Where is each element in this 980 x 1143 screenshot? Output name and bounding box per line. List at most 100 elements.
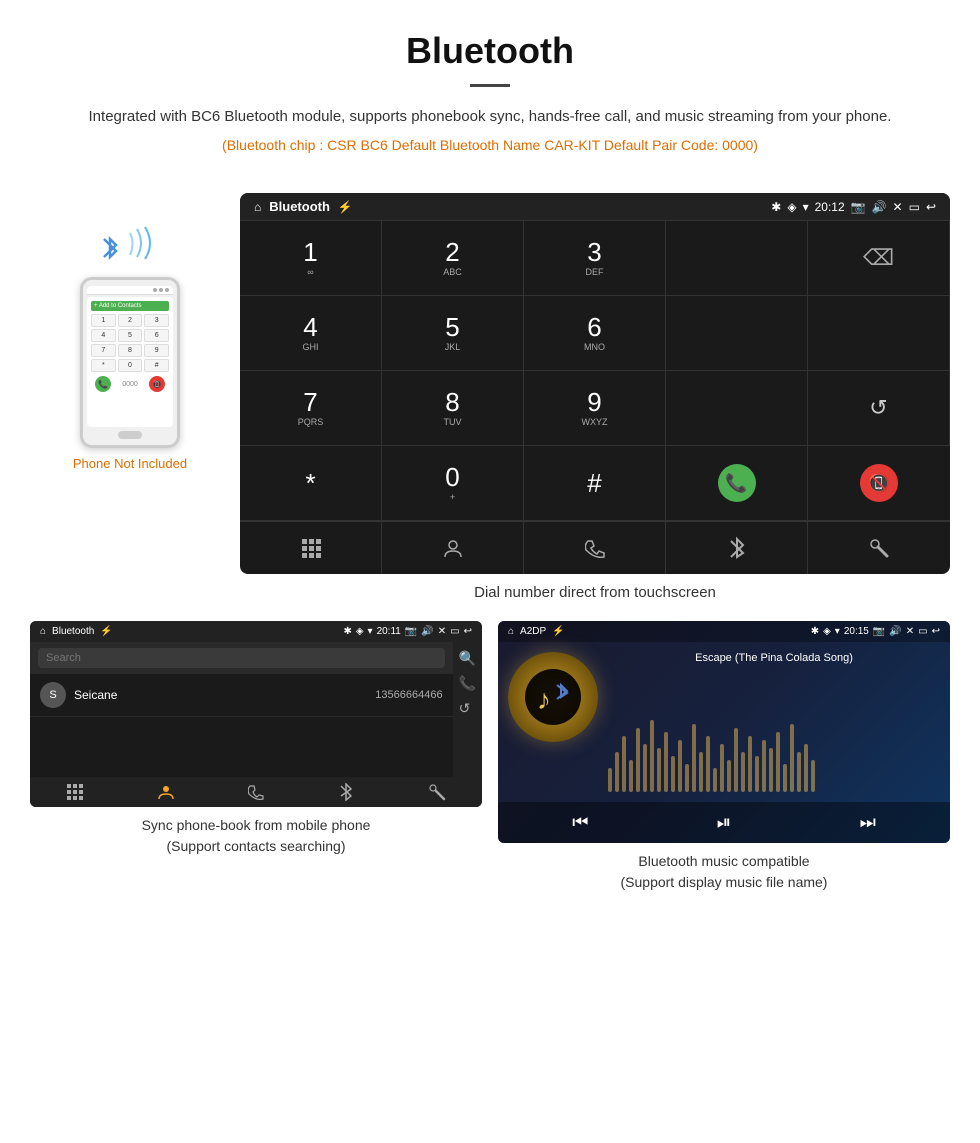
pb-search-input[interactable] (38, 648, 445, 668)
phone-screen-header: + Add to Contacts (91, 301, 169, 311)
time-display: 20:12 (815, 200, 845, 214)
dial-letters-6: MNO (584, 342, 605, 352)
dial-key-6[interactable]: 6 MNO (524, 296, 666, 371)
pb-bottom-wrench[interactable] (392, 783, 482, 801)
pb-grid-icon (67, 784, 83, 800)
status-right: ✱ ◈ ▾ 20:12 📷 🔊 ✕ ▭ ↩ (771, 200, 936, 214)
dial-key-7[interactable]: 7 PQRS (240, 371, 382, 446)
ms-status-right: ✱ ◈ ▾ 20:15 📷 🔊 ✕ ▭ ↩ (811, 626, 940, 637)
dial-key-4[interactable]: 4 GHI (240, 296, 382, 371)
phone-screen: + Add to Contacts 1 2 3 4 5 6 7 8 9 * 0 … (87, 297, 173, 427)
wrench-icon (868, 537, 890, 559)
pb-refresh-side-icon[interactable]: ↺ (459, 700, 476, 717)
dial-empty-1 (666, 221, 808, 296)
dial-empty-3 (808, 296, 950, 371)
call-button[interactable]: 📞 (718, 464, 756, 502)
ms-bar-22 (755, 756, 759, 792)
ms-bar-16 (713, 768, 717, 792)
phone-key-1: 1 (91, 314, 116, 327)
dial-bottom-settings[interactable] (808, 522, 950, 574)
end-call-button[interactable]: 📵 (860, 464, 898, 502)
ms-loc-icon: ◈ (823, 626, 831, 637)
dial-key-0[interactable]: 0 + (382, 446, 524, 521)
dial-call-green-cell[interactable]: 📞 (666, 446, 808, 521)
pb-call-side-icon[interactable]: 📞 (459, 675, 476, 692)
ms-time: 20:15 (844, 626, 869, 637)
ms-bar-18 (727, 760, 731, 792)
phone-dot-2 (159, 288, 163, 292)
dial-key-star[interactable]: * (240, 446, 382, 521)
pb-bottom-bluetooth-2[interactable] (301, 783, 391, 801)
ms-visualizer (608, 712, 940, 792)
phone-key-7: 7 (91, 344, 116, 357)
ms-bar-5 (636, 728, 640, 792)
bluetooth-symbol-icon (100, 233, 120, 263)
phone-key-4: 4 (91, 329, 116, 342)
dial-empty-4 (666, 371, 808, 446)
phone-key-6: 6 (144, 329, 169, 342)
dial-letters-9: WXYZ (582, 417, 608, 427)
dial-num-7: 7 (303, 389, 317, 415)
dial-screen: ⌂ Bluetooth ⚡ ✱ ◈ ▾ 20:12 📷 🔊 ✕ ▭ ↩ (240, 193, 950, 574)
dial-empty-2 (666, 296, 808, 371)
pb-close-icon: ✕ (438, 626, 446, 637)
dial-letters-5: JKL (445, 342, 461, 352)
dial-screen-area: ⌂ Bluetooth ⚡ ✱ ◈ ▾ 20:12 📷 🔊 ✕ ▭ ↩ (230, 193, 950, 621)
dial-key-2[interactable]: 2 ABC (382, 221, 524, 296)
call-icon: 📞 (725, 473, 747, 494)
ms-prev-icon[interactable]: ⏮ (572, 812, 588, 833)
pb-contact-number: 13566664466 (375, 689, 442, 701)
dial-refresh-cell[interactable]: ↺ (808, 371, 950, 446)
pb-body: S Seicane 13566664466 🔍 📞 ↺ (30, 642, 482, 777)
ms-status-left: ⌂ A2DP ⚡ (508, 626, 565, 637)
ms-bar-30 (811, 760, 815, 792)
dial-call-red-cell[interactable]: 📵 (808, 446, 950, 521)
ms-bar-7 (650, 720, 654, 792)
dial-key-1[interactable]: 1 ∞ (240, 221, 382, 296)
dial-num-6: 6 (587, 314, 601, 340)
ms-bar-4 (629, 760, 633, 792)
ms-bar-25 (776, 732, 780, 792)
dial-backspace-cell[interactable]: ⌫ (808, 221, 950, 296)
grid-icon (301, 538, 321, 558)
music-screenshot: ⌂ A2DP ⚡ ✱ ◈ ▾ 20:15 📷 🔊 ✕ ▭ ↩ (498, 621, 950, 843)
pb-status-left: ⌂ Bluetooth ⚡ (40, 626, 113, 637)
status-left: ⌂ Bluetooth ⚡ (254, 199, 353, 214)
dial-key-3[interactable]: 3 DEF (524, 221, 666, 296)
dial-bottom-grid[interactable] (240, 522, 382, 574)
ms-bar-29 (804, 744, 808, 792)
dial-grid: 1 ∞ 2 ABC 3 DEF ⌫ 4 GHI (240, 220, 950, 521)
page-title: Bluetooth (60, 30, 920, 72)
pb-loc-icon: ◈ (356, 626, 364, 637)
dial-key-8[interactable]: 8 TUV (382, 371, 524, 446)
home-icon: ⌂ (254, 200, 261, 214)
bluetooth-bottom-icon (728, 536, 746, 560)
pb-bottom-phone-2[interactable] (211, 783, 301, 801)
phonebook-caption-line2: (Support contacts searching) (167, 838, 346, 854)
ms-play-pause-icon[interactable]: ⏯ (717, 812, 731, 833)
pb-empty-space (30, 717, 453, 777)
dial-key-9[interactable]: 9 WXYZ (524, 371, 666, 446)
pb-bottom-grid[interactable] (30, 783, 120, 801)
pb-cam-icon: 📷 (405, 626, 417, 637)
pb-search-icon[interactable]: 🔍 (459, 650, 476, 667)
dial-letters-7: PQRS (298, 417, 324, 427)
dial-bottom-bluetooth[interactable] (666, 522, 808, 574)
dial-num-9: 9 (587, 389, 601, 415)
dial-key-hash[interactable]: # (524, 446, 666, 521)
dial-num-hash: # (587, 470, 601, 496)
ms-bar-20 (741, 752, 745, 792)
dial-bottom-contacts[interactable] (382, 522, 524, 574)
ms-home-icon: ⌂ (508, 626, 514, 637)
phone-dot-1 (153, 288, 157, 292)
pb-bottom-contacts-active[interactable] (120, 783, 210, 801)
phone-key-5: 5 (118, 329, 143, 342)
ms-next-icon[interactable]: ⏭ (860, 812, 876, 833)
dial-key-5[interactable]: 5 JKL (382, 296, 524, 371)
dial-bottom-phone[interactable] (524, 522, 666, 574)
close-icon: ✕ (893, 200, 903, 214)
location-icon: ◈ (787, 200, 796, 214)
dial-letters-4: GHI (302, 342, 318, 352)
pb-contact-row: S Seicane 13566664466 (30, 674, 453, 717)
ms-bar-27 (790, 724, 794, 792)
